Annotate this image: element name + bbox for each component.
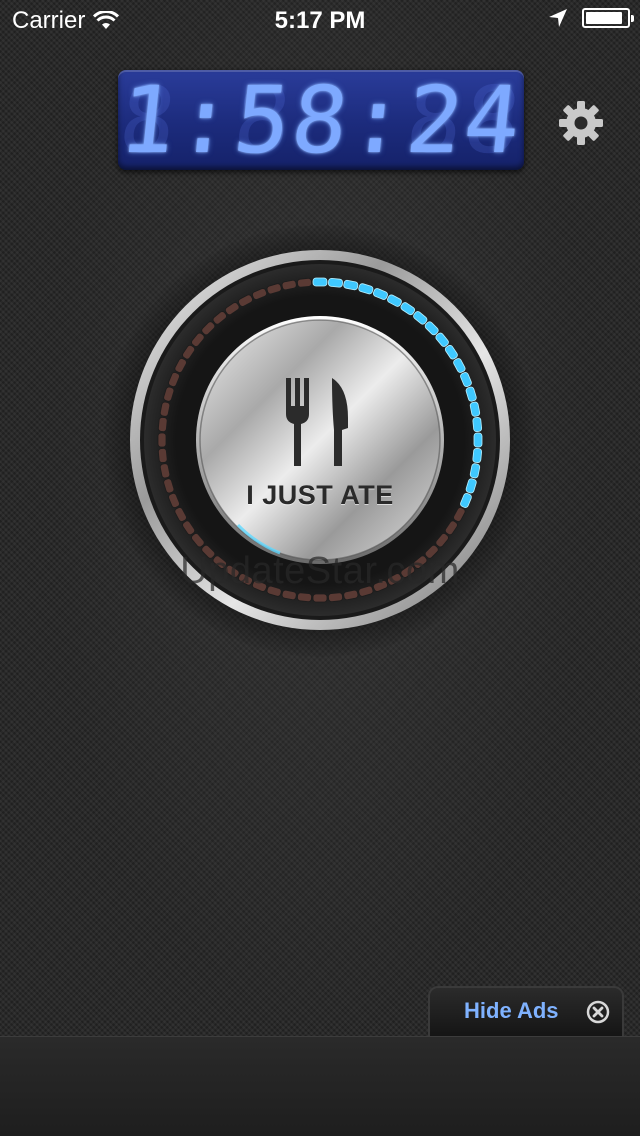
watermark-text: UpdateStar.com xyxy=(180,550,460,592)
ad-banner-area xyxy=(0,1036,640,1136)
fork-knife-icon xyxy=(286,378,348,466)
location-arrow-icon xyxy=(549,9,567,27)
led-segment-inactive xyxy=(328,592,343,603)
led-segment-active xyxy=(328,277,343,288)
gear-icon[interactable] xyxy=(556,98,606,148)
led-segment-inactive xyxy=(157,417,168,432)
timer-value: 1:58:24 xyxy=(118,70,524,170)
led-segment-active xyxy=(472,417,483,432)
led-segment-inactive xyxy=(297,277,312,288)
battery-cap xyxy=(631,15,634,22)
app-screen: Carrier 5:17 PM 8:88:88 1:58:24 I JUST A… xyxy=(0,0,640,1136)
battery-fill xyxy=(586,12,622,24)
status-right xyxy=(548,8,634,28)
battery-icon xyxy=(582,8,634,28)
timer-display: 8:88:88 1:58:24 xyxy=(118,70,524,170)
led-segment-inactive xyxy=(297,592,312,603)
status-time: 5:17 PM xyxy=(274,7,366,34)
i-just-ate-label: I JUST ATE xyxy=(246,480,394,510)
close-icon[interactable] xyxy=(586,1000,610,1024)
led-segment-inactive xyxy=(312,593,328,603)
hide-ads-button[interactable]: Hide Ads xyxy=(428,986,624,1036)
led-segment-active xyxy=(312,277,328,287)
led-segment-inactive xyxy=(157,432,167,448)
led-segment-active xyxy=(473,432,483,448)
led-segment-inactive xyxy=(157,448,168,463)
hide-ads-label: Hide Ads xyxy=(464,998,559,1023)
led-segment-active xyxy=(472,448,483,463)
status-bar: Carrier 5:17 PM xyxy=(0,0,640,40)
